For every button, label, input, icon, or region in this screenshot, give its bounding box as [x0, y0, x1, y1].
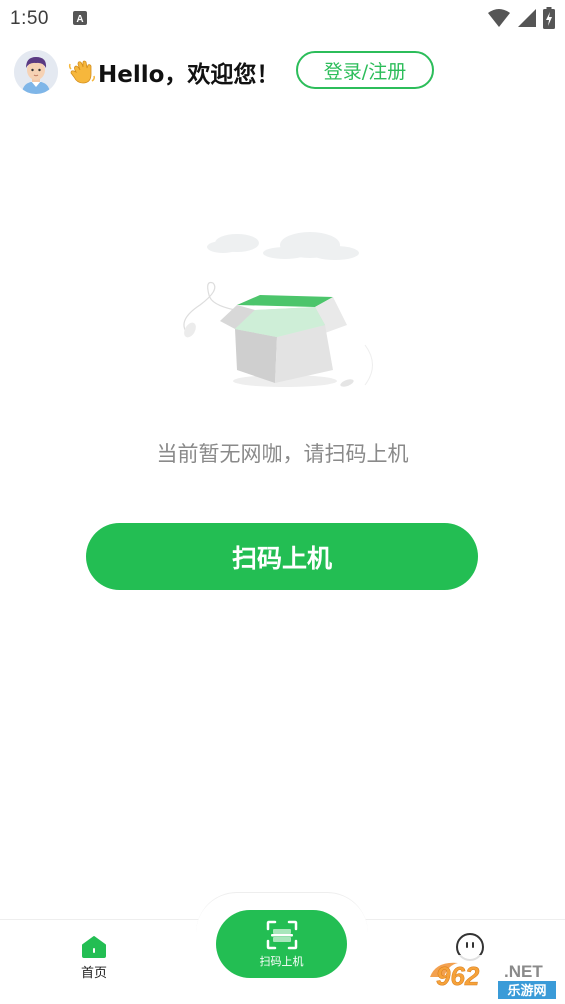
avatar[interactable]	[14, 50, 58, 94]
header: Hello，欢迎您！	[14, 50, 279, 94]
empty-box-icon	[183, 232, 373, 387]
nav-home-label: 首页	[80, 966, 107, 981]
watermark-brand: 962	[436, 961, 480, 991]
wifi-icon	[488, 9, 510, 27]
battery-charging-icon	[543, 7, 555, 29]
scan-to-start-button[interactable]: 扫码上机	[86, 523, 478, 590]
login-register-button[interactable]: 登录/注册	[296, 51, 434, 89]
nav-tab-home[interactable]: 首页	[60, 934, 128, 994]
nav-scan-button[interactable]: 扫码上机	[216, 910, 347, 978]
signal-icon	[518, 9, 536, 27]
svg-text:A: A	[76, 14, 83, 25]
waving-hand-icon	[68, 60, 95, 84]
user-avatar-icon	[14, 50, 58, 94]
status-bar: 1:50 A	[0, 0, 565, 40]
watermark-subtitle: 乐游网	[507, 983, 546, 999]
site-watermark-logo: 962 .NET 乐游网	[426, 955, 560, 1001]
notification-a-icon: A	[73, 11, 87, 25]
empty-state-message: 当前暂无网咖，请扫码上机	[156, 442, 409, 466]
greeting-text: Hello，欢迎您！	[98, 62, 280, 88]
scan-icon	[266, 920, 297, 949]
status-time: 1:50	[10, 8, 49, 29]
app-screen: 1:50 A Hello，欢迎您！ 登录/注册 当前暂无网咖，请扫码上机 扫码上…	[0, 0, 565, 1004]
home-icon	[82, 936, 106, 958]
nav-scan-label: 扫码上机	[259, 954, 304, 968]
greeting-row: Hello，欢迎您！	[68, 55, 279, 89]
watermark-suffix: .NET	[504, 962, 543, 981]
status-icons	[487, 7, 555, 29]
